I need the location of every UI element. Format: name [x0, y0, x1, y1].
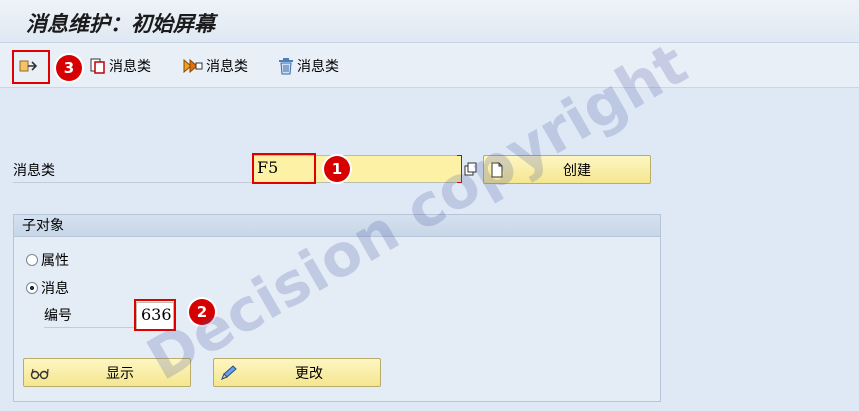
display-button-label: 显示: [106, 365, 134, 382]
radio-attributes[interactable]: 属性: [26, 250, 69, 270]
display-button[interactable]: 显示: [23, 358, 191, 387]
subobjects-title: 子对象: [14, 215, 660, 237]
input-end-marker: [457, 155, 462, 183]
trash-icon: [279, 58, 293, 75]
toolbar-label-copy: 消息类: [109, 59, 151, 75]
radio-attributes-circle: [26, 254, 38, 266]
rename-icon: [183, 58, 203, 74]
highlight-display-switch: [12, 50, 50, 84]
rename-message-class-button[interactable]: 消息类: [182, 55, 248, 77]
delete-message-class-button[interactable]: 消息类: [277, 55, 339, 77]
number-label: 编号: [44, 305, 136, 328]
radio-messages-circle: [26, 282, 38, 294]
change-button[interactable]: 更改: [213, 358, 381, 387]
subobjects-group: 子对象 属性 消息 编号 636 2 显示 更改: [13, 214, 661, 402]
radio-attributes-label: 属性: [41, 253, 69, 269]
value-help-icon[interactable]: [464, 162, 478, 176]
create-button-label: 创建: [563, 162, 591, 179]
toolbar-label-delete: 消息类: [297, 59, 339, 75]
annotation-badge-3: 3: [56, 55, 82, 81]
title-bar: 消息维护：初始屏幕: [0, 0, 859, 43]
radio-messages[interactable]: 消息: [26, 278, 69, 298]
copy-message-class-button[interactable]: 消息类: [89, 55, 151, 77]
document-icon: [491, 162, 503, 177]
application-toolbar: 消息类 消息类 消息类: [0, 43, 859, 88]
message-class-label: 消息类: [13, 160, 253, 183]
toolbar-label-rename: 消息类: [206, 59, 248, 75]
annotation-badge-2: 2: [189, 299, 215, 325]
highlight-message-class: [252, 153, 316, 184]
page-title: 消息维护：初始屏幕: [26, 11, 215, 36]
glasses-icon: [30, 368, 49, 379]
change-button-label: 更改: [295, 365, 323, 382]
copy-icon: [90, 58, 105, 74]
pencil-icon: [221, 364, 237, 380]
radio-messages-label: 消息: [41, 281, 69, 297]
highlight-number: [134, 299, 176, 331]
create-button[interactable]: 创建: [483, 155, 651, 184]
annotation-badge-1: 1: [324, 156, 350, 182]
